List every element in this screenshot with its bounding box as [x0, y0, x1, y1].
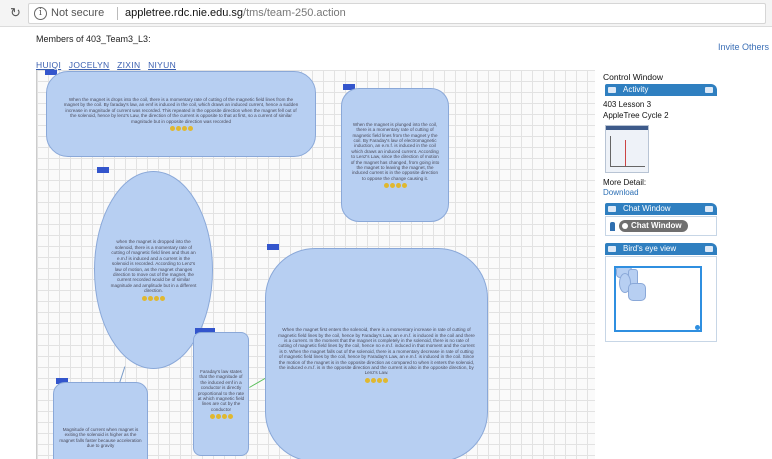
chat-panel-header[interactable]: Chat Window	[605, 203, 717, 215]
url-host: appletree.rdc.nie.edu.sg	[125, 7, 244, 19]
note-card[interactable]: When the magnet is plunged into the coil…	[341, 88, 449, 222]
thumbnail-bar	[606, 126, 648, 130]
rating-stars	[383, 183, 407, 189]
birds-eye-panel	[605, 256, 717, 342]
note-card[interactable]: Magnitude of current when magnet is exit…	[53, 382, 148, 459]
chat-button-label: Chat Window	[631, 221, 682, 230]
rating-stars	[169, 126, 193, 132]
rating-stars	[365, 377, 388, 383]
panel-icon	[608, 246, 616, 252]
member-link-niyun[interactable]: NIYUN	[148, 60, 176, 70]
note-text: When the magnet is plunged into the coil…	[350, 121, 440, 181]
pin-icon	[610, 222, 615, 231]
rating-stars	[142, 295, 165, 301]
rating-stars	[209, 414, 233, 420]
control-window-title: Control Window	[603, 72, 663, 82]
url-text: appletree.rdc.nie.edu.sg/tms/team-250.ac…	[125, 4, 346, 23]
reload-icon[interactable]: ↻	[10, 5, 21, 21]
note-author-tag	[267, 244, 279, 250]
member-link-huiqi[interactable]: HUIQI	[36, 60, 61, 70]
note-text: Faraday's law states that the magnitude …	[197, 368, 245, 412]
info-icon[interactable]: i	[34, 7, 47, 20]
invite-others-link[interactable]: Invite Others	[718, 42, 769, 52]
viewport-resize-handle[interactable]	[695, 325, 700, 330]
maximize-icon[interactable]	[705, 206, 713, 212]
member-list: HUIQI JOCELYN ZIXIN NIYUN	[36, 60, 181, 70]
chat-header-label: Chat Window	[623, 204, 671, 213]
graph-spike	[625, 140, 626, 166]
cycle-name: AppleTree Cycle 2	[603, 111, 669, 120]
note-card[interactable]: When the magnet is drops into the coil, …	[46, 71, 316, 157]
note-text: when the magnet is dropped into the sole…	[110, 239, 197, 294]
security-status: Not secure	[51, 7, 105, 19]
more-detail-label: More Detail:	[603, 178, 647, 187]
note-card[interactable]: When the magnet first enters the solenoi…	[265, 248, 488, 459]
chat-panel: Chat Window	[605, 216, 717, 236]
url-field[interactable]: i Not secure appletree.rdc.nie.edu.sg/tm…	[28, 3, 766, 24]
birds-eye-header-label: Bird's eye view	[623, 244, 677, 253]
activity-panel-header[interactable]: Activity	[605, 84, 717, 96]
page-title: Members of 403_Team3_L3:	[36, 34, 151, 44]
birds-eye-viewport[interactable]	[614, 266, 702, 332]
knowledge-canvas[interactable]: When the magnet is drops into the coil, …	[36, 70, 595, 459]
chat-window-button[interactable]: Chat Window	[619, 220, 688, 232]
maximize-icon[interactable]	[705, 246, 713, 252]
member-link-zixin[interactable]: ZIXIN	[117, 60, 140, 70]
chat-bubble-icon	[622, 223, 628, 229]
member-link-jocelyn[interactable]: JOCELYN	[69, 60, 110, 70]
download-link[interactable]: Download	[603, 188, 639, 197]
divider	[117, 7, 118, 20]
note-text: When the magnet is drops into the coil, …	[63, 96, 299, 124]
thumbnail-graph	[610, 136, 645, 167]
activity-thumbnail[interactable]	[605, 125, 649, 173]
note-text: Magnitude of current when magnet is exit…	[59, 427, 142, 449]
panel-icon	[608, 87, 616, 93]
url-path: /tms/team-250.action	[243, 7, 346, 19]
browser-address-bar: ↻ i Not secure appletree.rdc.nie.edu.sg/…	[0, 0, 772, 27]
note-text: When the magnet first enters the solenoi…	[278, 327, 475, 376]
maximize-icon[interactable]	[705, 87, 713, 93]
activity-header-label: Activity	[623, 85, 649, 94]
panel-icon	[608, 206, 616, 212]
birds-eye-panel-header[interactable]: Bird's eye view	[605, 243, 717, 255]
lesson-name: 403 Lesson 3	[603, 100, 652, 109]
note-card[interactable]: Faraday's law states that the magnitude …	[193, 332, 249, 456]
note-author-tag	[97, 167, 109, 173]
